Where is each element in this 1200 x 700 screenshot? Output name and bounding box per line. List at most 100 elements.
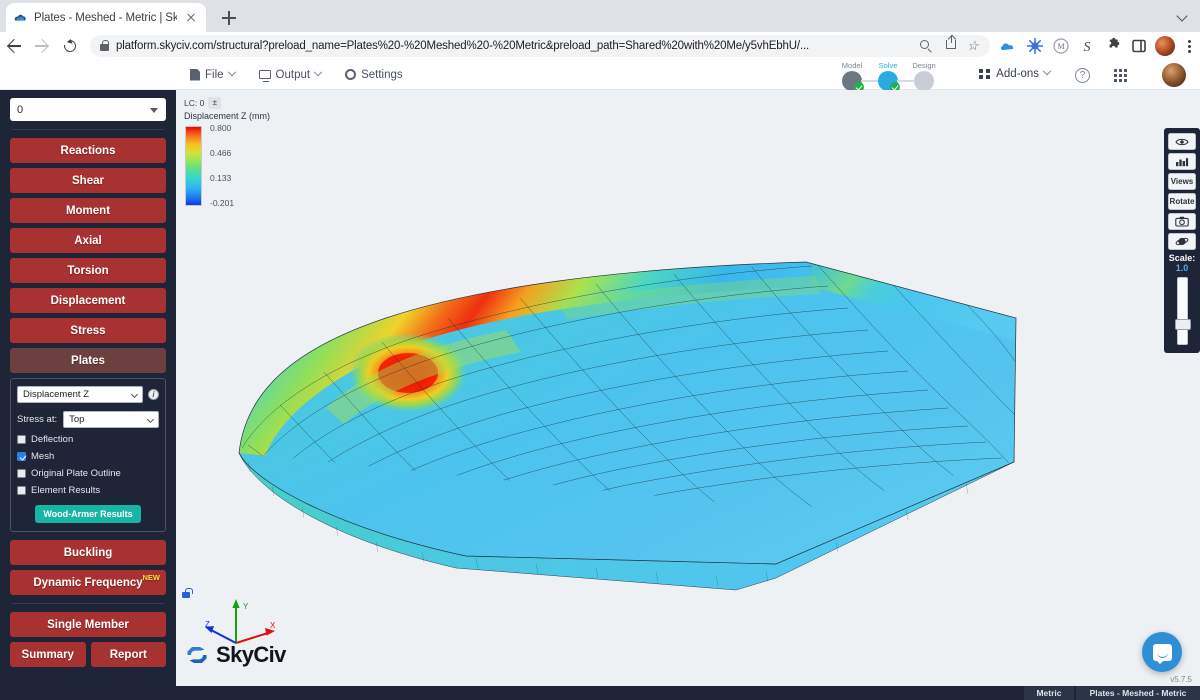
search-icon[interactable] <box>914 35 938 57</box>
svg-text:M: M <box>1057 42 1064 51</box>
axis-label-z: Z <box>205 620 210 629</box>
result-button-dynamic-frequency[interactable]: Dynamic Frequency NEW <box>10 570 166 595</box>
svg-text:S: S <box>1084 40 1091 55</box>
file-icon <box>190 69 200 81</box>
chevron-down-icon[interactable] <box>1176 10 1187 21</box>
checkbox-box <box>17 469 26 478</box>
intercom-chat-button[interactable] <box>1142 632 1182 672</box>
plate-contour-plot <box>176 90 1200 686</box>
skyciv-cloud-icon <box>13 10 28 25</box>
kebab-menu-icon[interactable] <box>1178 33 1200 59</box>
reload-button[interactable] <box>56 32 84 60</box>
step-design-label: Design <box>906 61 942 70</box>
stress-at-select[interactable]: Top <box>63 411 159 428</box>
checkbox-original-plate-outline[interactable]: Original Plate Outline <box>17 468 159 479</box>
cloud-extension-icon[interactable] <box>996 33 1022 59</box>
skyciv-logo: SkyCiv <box>184 642 286 668</box>
label: Shear <box>72 175 104 187</box>
new-tab-button[interactable] <box>216 5 242 31</box>
grid-icon <box>979 69 991 79</box>
apps-grid-icon[interactable] <box>1114 69 1128 83</box>
step-solve-icon <box>878 71 898 91</box>
plate-result-type-select[interactable]: Displacement Z <box>17 386 143 403</box>
result-button-stress[interactable]: Stress <box>10 318 166 343</box>
menu-file[interactable]: File <box>190 69 235 81</box>
forward-button[interactable] <box>28 32 56 60</box>
chart-icon[interactable] <box>1168 153 1196 170</box>
single-member-button[interactable]: Single Member <box>10 612 166 637</box>
checkbox-element-results[interactable]: Element Results <box>17 485 159 496</box>
label: Buckling <box>64 547 113 559</box>
scale-slider-thumb[interactable] <box>1175 319 1191 330</box>
s-letter-extension-icon[interactable]: S <box>1074 33 1100 59</box>
views-button[interactable]: Views <box>1168 173 1196 190</box>
label: Report <box>110 649 147 661</box>
app-root: Plates - Meshed - Metric | SkyCiv platfo… <box>0 0 1200 700</box>
result-button-buckling[interactable]: Buckling <box>10 540 166 565</box>
result-button-plates[interactable]: Plates <box>10 348 166 373</box>
summary-button[interactable]: Summary <box>10 642 86 667</box>
camera-icon[interactable] <box>1168 213 1196 230</box>
report-button[interactable]: Report <box>91 642 167 667</box>
label: Reactions <box>61 145 116 157</box>
step-model[interactable]: Model <box>834 61 870 91</box>
step-model-label: Model <box>834 61 870 70</box>
scale-slider[interactable] <box>1177 277 1188 345</box>
result-button-torsion[interactable]: Torsion <box>10 258 166 283</box>
result-button-moment[interactable]: Moment <box>10 198 166 223</box>
browser-tab[interactable]: Plates - Meshed - Metric | SkyCiv <box>6 3 206 32</box>
chevron-down-icon <box>227 67 235 75</box>
unlock-icon[interactable] <box>182 592 190 598</box>
status-units[interactable]: Metric <box>1024 686 1074 700</box>
model-viewport[interactable]: LC: 0 ± Displacement Z (mm) 0.800 0.466 … <box>176 90 1200 686</box>
share-icon[interactable] <box>938 35 962 57</box>
status-model-name[interactable]: Plates - Meshed - Metric <box>1076 686 1200 700</box>
result-button-axial[interactable]: Axial <box>10 228 166 253</box>
checkbox-mesh[interactable]: Mesh <box>17 451 159 462</box>
status-bar: Metric Plates - Meshed - Metric <box>0 686 1200 700</box>
step-solve[interactable]: Solve <box>870 61 906 91</box>
browser-profile-avatar[interactable] <box>1155 36 1175 56</box>
skyciv-mark-icon <box>184 642 210 668</box>
checkbox-label: Original Plate Outline <box>31 468 121 479</box>
menu-settings[interactable]: Settings <box>345 69 403 81</box>
label: Plates <box>71 355 105 367</box>
rotate-button[interactable]: Rotate <box>1168 193 1196 210</box>
bookmark-star-icon[interactable]: ☆ <box>962 35 986 57</box>
plate-result-type-value: Displacement Z <box>23 389 89 400</box>
result-button-reactions[interactable]: Reactions <box>10 138 166 163</box>
label: Displacement <box>51 295 126 307</box>
visibility-icon[interactable] <box>1168 133 1196 150</box>
label: Torsion <box>67 265 108 277</box>
result-button-displacement[interactable]: Displacement <box>10 288 166 313</box>
user-avatar[interactable] <box>1162 63 1186 87</box>
info-icon[interactable]: i <box>148 389 159 400</box>
chevron-down-icon <box>147 416 154 423</box>
load-case-select[interactable]: 0 <box>10 98 166 121</box>
checkbox-deflection[interactable]: Deflection <box>17 434 159 445</box>
m-circle-extension-icon[interactable]: M <box>1048 33 1074 59</box>
orbit-icon[interactable] <box>1168 233 1196 250</box>
scale-label: Scale: <box>1168 253 1196 263</box>
monitor-icon <box>259 70 271 79</box>
menu-output[interactable]: Output <box>259 69 322 81</box>
browser-toolbar: platform.skyciv.com/structural?preload_n… <box>0 32 1200 60</box>
axis-label-x: X <box>270 621 276 630</box>
wood-armer-results-button[interactable]: Wood-Armer Results <box>35 505 140 523</box>
side-panel-icon[interactable] <box>1126 33 1152 59</box>
stress-at-value: Top <box>69 414 84 425</box>
sun-extension-icon[interactable] <box>1022 33 1048 59</box>
divider <box>12 603 164 604</box>
close-icon[interactable] <box>183 10 199 26</box>
puzzle-extensions-icon[interactable] <box>1100 33 1126 59</box>
stress-at-label: Stress at: <box>17 414 57 425</box>
label: Single Member <box>47 619 129 631</box>
address-bar[interactable]: platform.skyciv.com/structural?preload_n… <box>90 35 990 57</box>
addons-menu[interactable]: Add-ons <box>979 68 1050 80</box>
back-button[interactable] <box>0 32 28 60</box>
app-toolbar: File Output Settings Model <box>0 60 1200 90</box>
checkbox-box <box>17 452 26 461</box>
step-design[interactable]: Design <box>906 61 942 91</box>
help-icon[interactable]: ? <box>1075 68 1090 83</box>
result-button-shear[interactable]: Shear <box>10 168 166 193</box>
